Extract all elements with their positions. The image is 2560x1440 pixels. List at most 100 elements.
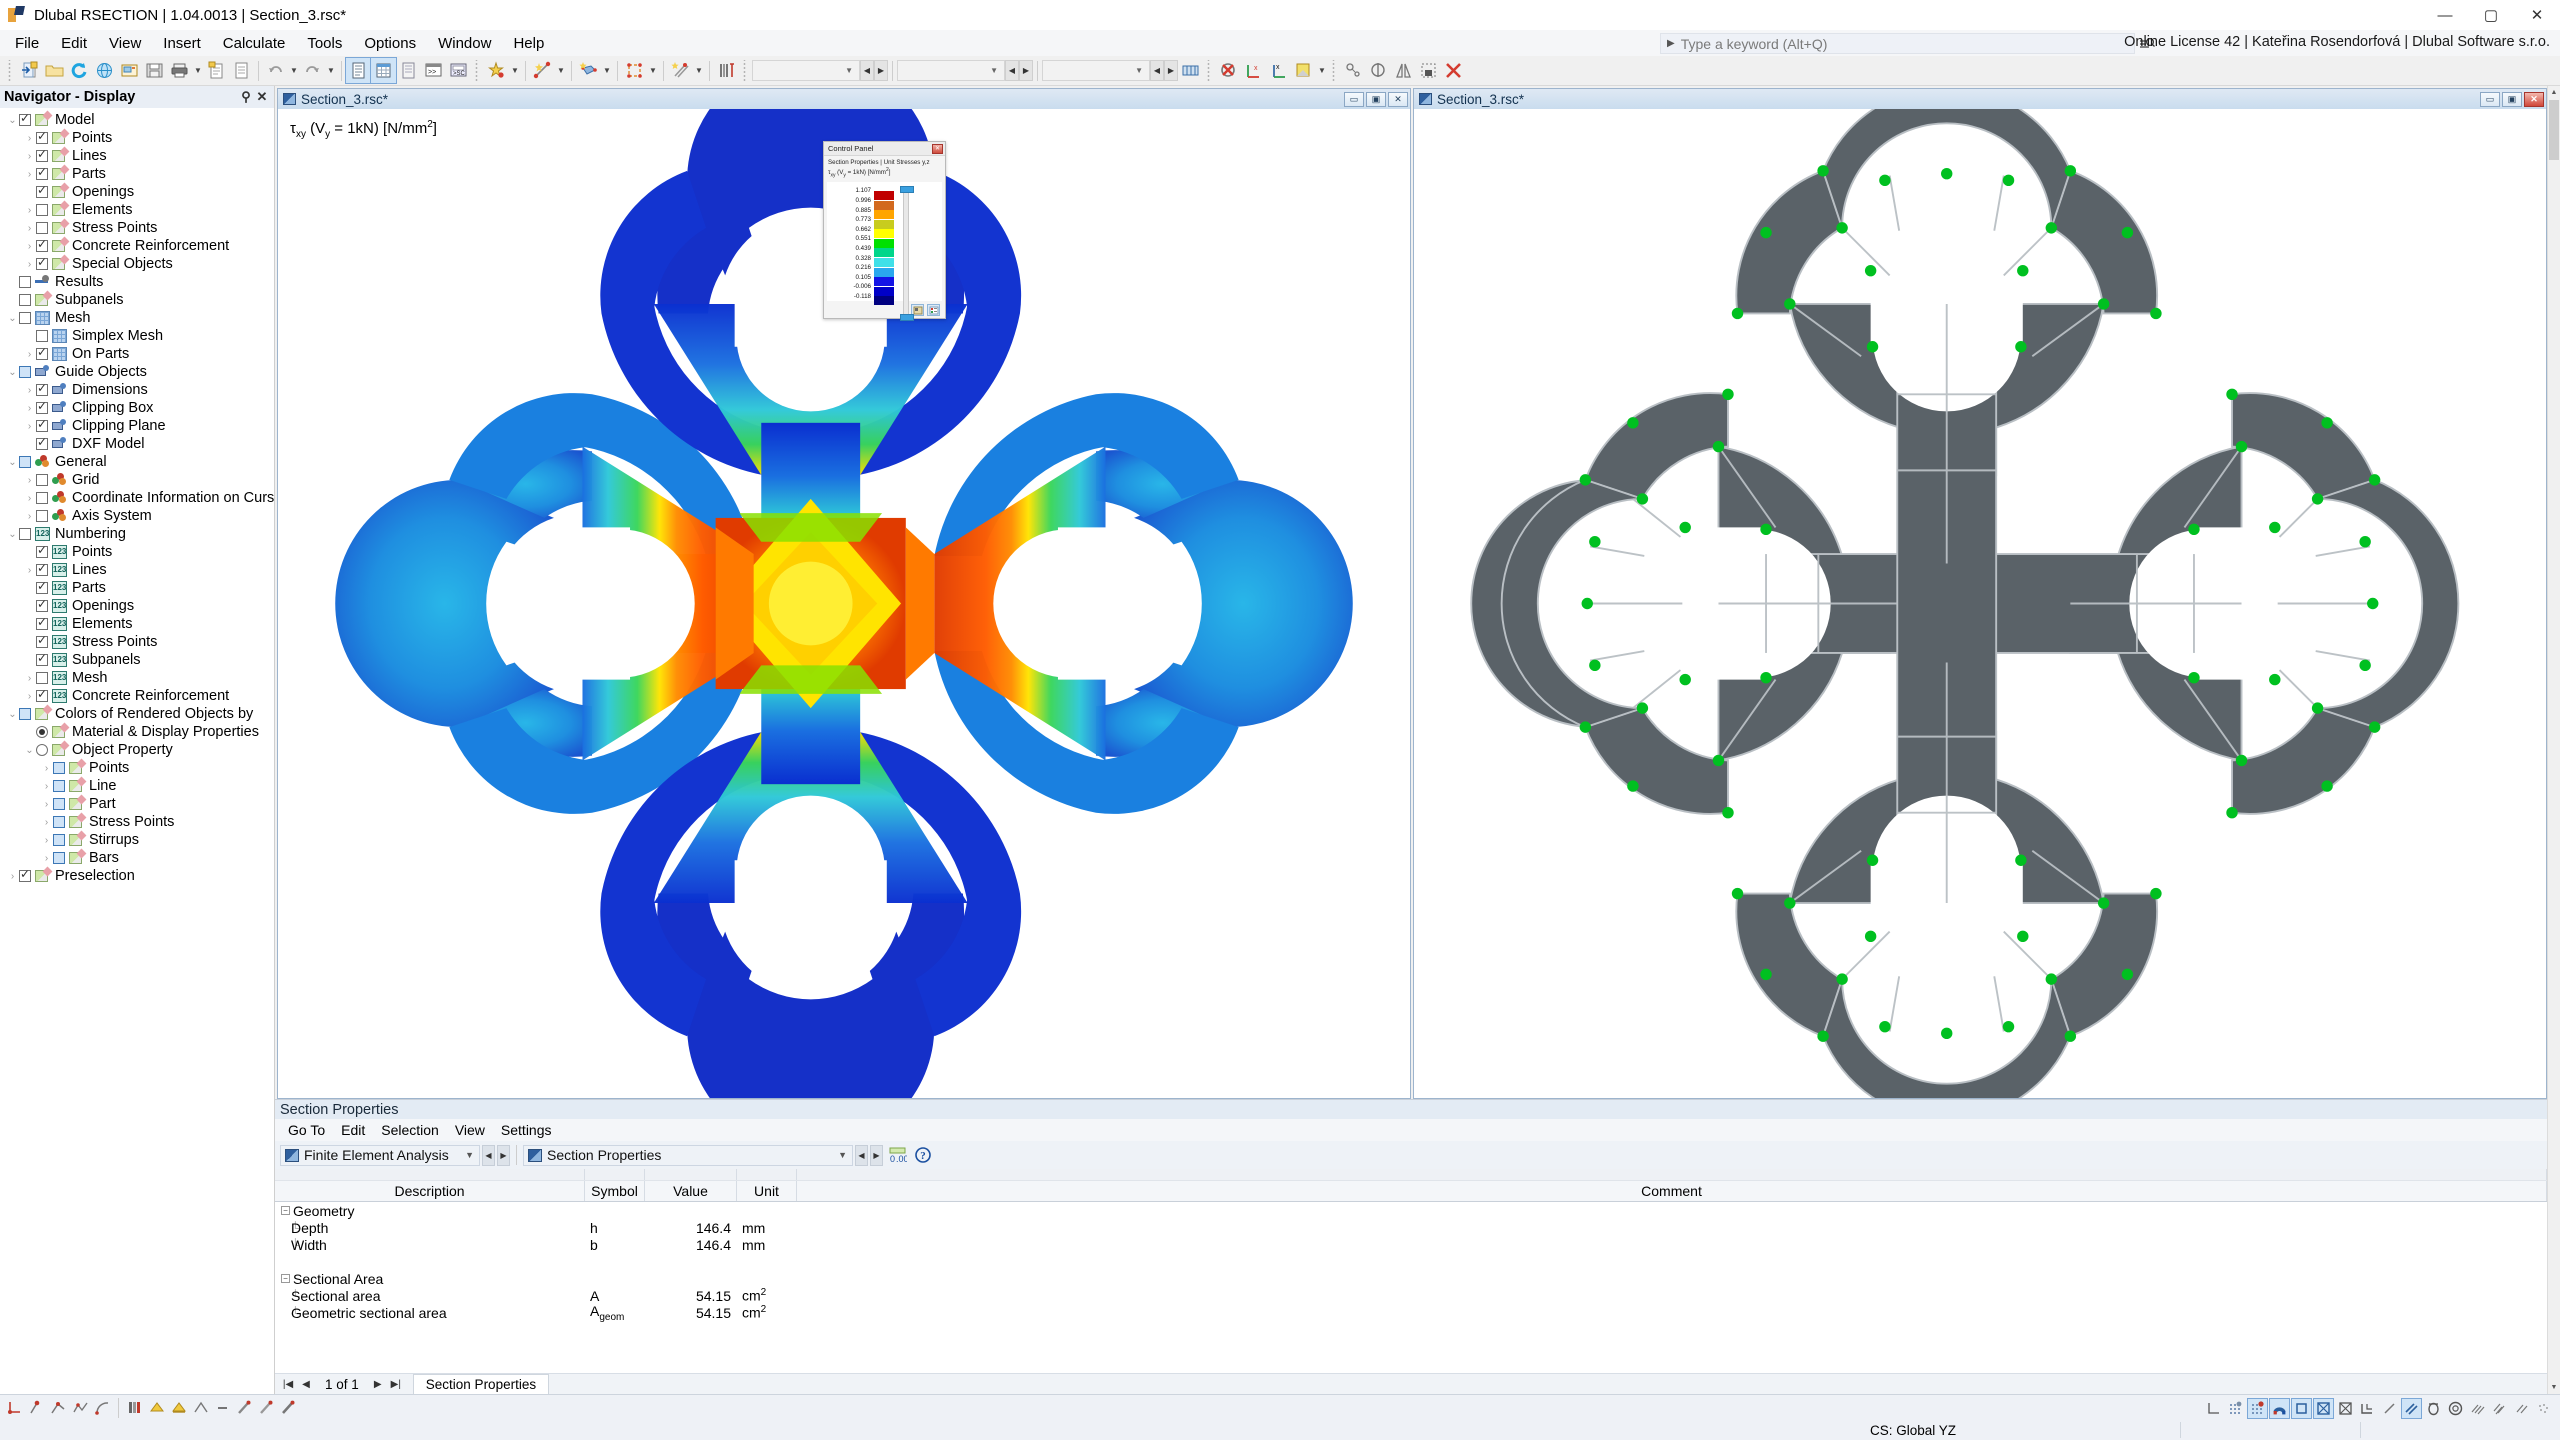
table-row[interactable]: └ Depth h 146.4 mm	[275, 1219, 2547, 1236]
toolbar-grip[interactable]	[7, 59, 14, 82]
circle-snap-icon[interactable]	[2445, 1398, 2466, 1419]
mesh-settings-icon[interactable]	[1178, 58, 1203, 83]
collapse-toggle-icon[interactable]: −	[281, 1206, 290, 1215]
expand-toggle-icon[interactable]: ⌄	[6, 313, 19, 324]
pager-next-button[interactable]: ▶	[369, 1379, 387, 1390]
combo2-prev-button[interactable]: ◀	[1005, 60, 1019, 81]
expand-toggle-icon[interactable]: ⌄	[6, 115, 19, 126]
delete-icon[interactable]	[1441, 58, 1466, 83]
checkbox[interactable]	[19, 366, 31, 378]
legend-slider-track[interactable]	[900, 186, 914, 322]
angle-icon[interactable]	[190, 1397, 211, 1418]
new-point-dropdown-icon[interactable]: ▼	[509, 58, 521, 83]
expand-toggle-icon[interactable]: ›	[23, 205, 36, 216]
viewport-right-restore[interactable]: ▣	[2502, 91, 2522, 107]
checkbox[interactable]	[53, 780, 65, 792]
new-stress-point-icon[interactable]	[668, 58, 693, 83]
checkbox[interactable]	[53, 816, 65, 828]
checkbox[interactable]	[19, 528, 31, 540]
scroll-up-icon[interactable]: ▲	[2548, 86, 2560, 99]
checkbox[interactable]	[19, 312, 31, 324]
toolbar-grip[interactable]	[474, 59, 481, 82]
snap-grid-icon[interactable]	[2247, 1397, 2268, 1419]
legend-slider-bottom-handle[interactable]	[900, 314, 914, 322]
pen3-icon[interactable]	[278, 1397, 299, 1418]
checkbox[interactable]	[36, 510, 48, 522]
nav-item-points[interactable]: › Points	[0, 758, 274, 777]
expand-toggle-icon[interactable]: ›	[23, 403, 36, 414]
nav-item-stirrups[interactable]: › Stirrups	[0, 830, 274, 849]
nav-item-lines[interactable]: › 123 Lines	[0, 561, 274, 579]
viewport-right-minimize[interactable]: ▭	[2480, 91, 2500, 107]
expand-toggle-icon[interactable]: ›	[23, 475, 36, 486]
table-prev-button[interactable]: ◀	[855, 1144, 868, 1166]
mirror-icon[interactable]	[1391, 58, 1416, 83]
table-group-row[interactable]: − Sectional Area	[275, 1270, 2547, 1287]
table-row[interactable]: └ Width b 146.4 mm	[275, 1236, 2547, 1253]
combo2-next-button[interactable]: ▶	[1019, 60, 1033, 81]
origin-icon[interactable]	[4, 1397, 25, 1418]
minimize-button[interactable]: —	[2422, 0, 2468, 30]
new-part-icon[interactable]	[576, 58, 601, 83]
nav-item-model[interactable]: ⌄ Model	[0, 110, 274, 129]
menu-calculate[interactable]: Calculate	[212, 32, 297, 55]
checkbox[interactable]	[36, 543, 48, 558]
new-opening-dropdown-icon[interactable]: ▼	[647, 58, 659, 83]
checkbox[interactable]	[53, 852, 65, 864]
checkbox[interactable]	[36, 345, 48, 360]
combo3-prev-button[interactable]: ◀	[1150, 60, 1164, 81]
corner-snap-icon[interactable]	[2357, 1398, 2378, 1419]
combo1-next-button[interactable]: ▶	[874, 60, 888, 81]
dimension-icon[interactable]	[1341, 58, 1366, 83]
nav-item-elements[interactable]: › Elements	[0, 200, 274, 219]
checkbox[interactable]	[36, 417, 48, 432]
hatch2-icon[interactable]	[2489, 1398, 2510, 1419]
materials-icon[interactable]	[124, 1397, 145, 1418]
delete-results-icon[interactable]	[1216, 58, 1241, 83]
checkbox[interactable]	[36, 129, 48, 144]
nav-item-axis-system[interactable]: › Axis System	[0, 507, 274, 525]
minus-icon[interactable]	[212, 1397, 233, 1418]
nav-item-lines[interactable]: › Lines	[0, 146, 274, 165]
snap-polyline-icon[interactable]	[70, 1397, 91, 1418]
table-type-select[interactable]: Section Properties ▼	[523, 1144, 853, 1166]
new-point-icon[interactable]	[484, 58, 509, 83]
checkbox[interactable]	[36, 579, 48, 594]
nav-item-mesh[interactable]: › 123 Mesh	[0, 669, 274, 687]
right-scrollbar[interactable]: ▲ ▼	[2547, 86, 2560, 1394]
nav-item-subpanels[interactable]: Subpanels	[0, 290, 274, 309]
checkbox[interactable]	[53, 762, 65, 774]
expand-toggle-icon[interactable]: ›	[40, 853, 53, 864]
nav-item-concrete-reinforcement[interactable]: › 123 Concrete Reinforcement	[0, 687, 274, 705]
checkbox[interactable]	[36, 435, 48, 450]
dock-menu-goto[interactable]: Go To	[280, 1120, 333, 1140]
nav-item-clipping-plane[interactable]: › Clipping Plane	[0, 417, 274, 435]
nav-item-dxf-model[interactable]: DXF Model	[0, 435, 274, 453]
snap-line-icon[interactable]	[48, 1397, 69, 1418]
object-snap-icon[interactable]	[2269, 1397, 2290, 1419]
viewport-right-close[interactable]: ✕	[2524, 91, 2544, 107]
expand-toggle-icon[interactable]: ›	[40, 799, 53, 810]
expand-toggle-icon[interactable]: ›	[23, 421, 36, 432]
combo3-next-button[interactable]: ▶	[1164, 60, 1178, 81]
nav-item-material-display-properties[interactable]: Material & Display Properties	[0, 722, 274, 741]
menu-view[interactable]: View	[98, 32, 152, 55]
thickness-icon[interactable]	[146, 1397, 167, 1418]
scroll-down-icon[interactable]: ▼	[2548, 1381, 2560, 1394]
ortho-icon[interactable]	[2291, 1397, 2312, 1419]
nav-item-stress-points[interactable]: › Stress Points	[0, 218, 274, 237]
checkbox[interactable]	[36, 147, 48, 162]
script-icon[interactable]: >SC	[446, 58, 471, 83]
nav-item-line[interactable]: › Line	[0, 776, 274, 795]
checkbox[interactable]	[53, 798, 65, 810]
expand-toggle-icon[interactable]: ›	[23, 493, 36, 504]
toolbar-combo-3[interactable]: ▼	[1042, 60, 1150, 81]
help-icon[interactable]: ?	[911, 1144, 935, 1166]
expand-toggle-icon[interactable]: ⌄	[6, 457, 19, 468]
new-line-dropdown-icon[interactable]: ▼	[555, 58, 567, 83]
panel-toggle-icon[interactable]	[396, 58, 421, 83]
expand-toggle-icon[interactable]: ›	[40, 817, 53, 828]
expand-toggle-icon[interactable]: ›	[23, 673, 36, 684]
selection-box-icon[interactable]	[1416, 58, 1441, 83]
model-globe-icon[interactable]	[92, 58, 117, 83]
